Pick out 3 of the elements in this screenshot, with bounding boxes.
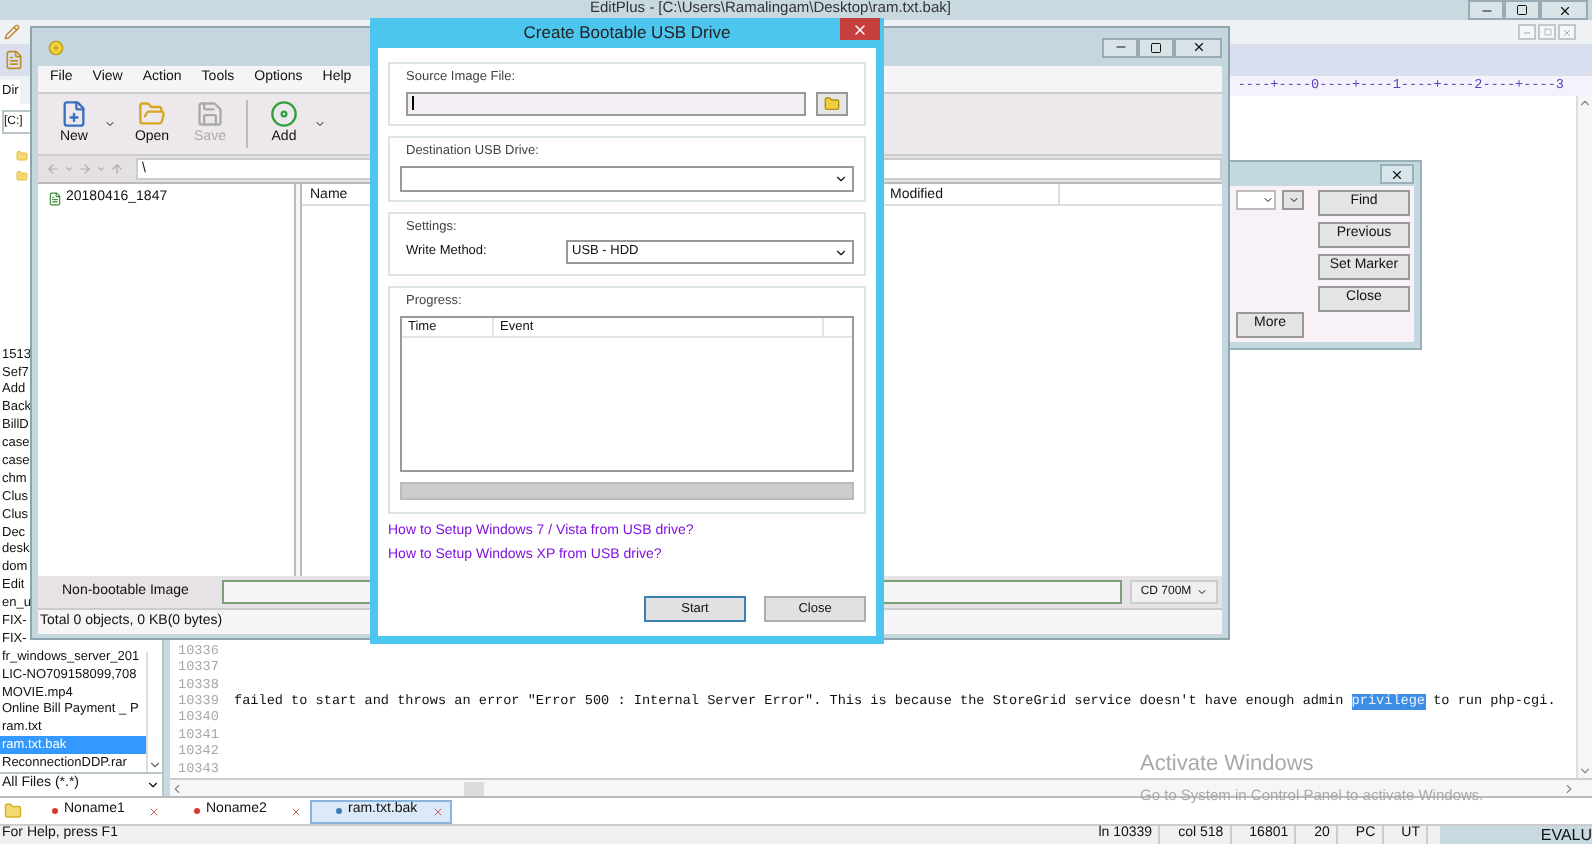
activation-title: Activate Windows xyxy=(1140,752,1316,778)
status-badge: EVALU xyxy=(1440,825,1592,844)
dialog-title: Create Bootable USB Drive xyxy=(523,20,731,46)
